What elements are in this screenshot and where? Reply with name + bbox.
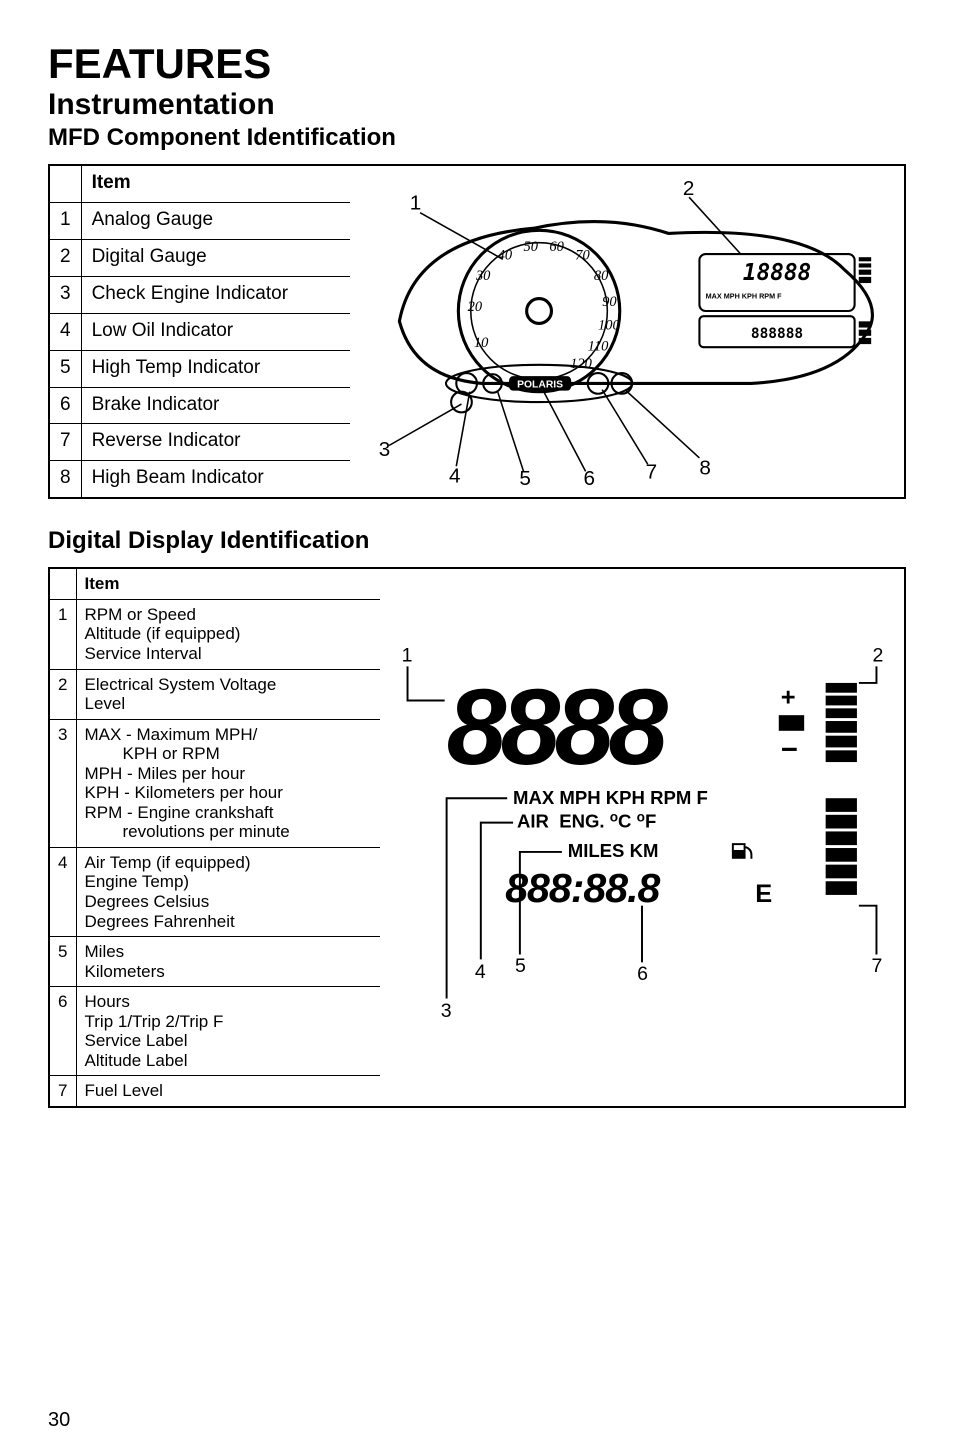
svg-text:30: 30 (475, 268, 491, 284)
table-row: 1Analog Gauge (50, 202, 350, 239)
table-row: 7Reverse Indicator (50, 424, 350, 461)
mfd-diagram: 10 20 30 40 50 60 70 80 90 100 110 120 (350, 166, 904, 497)
table-row: 2Digital Gauge (50, 239, 350, 276)
miles-line: MILES KM (568, 840, 659, 861)
page-number: 30 (48, 1409, 70, 1432)
table-row: 6Brake Indicator (50, 387, 350, 424)
svg-text:40: 40 (498, 247, 513, 263)
callout-3: 3 (379, 438, 391, 461)
table-row: 5High Temp Indicator (50, 350, 350, 387)
heading-instrumentation: Instrumentation (48, 88, 906, 122)
heading-digital: Digital Display Identification (48, 527, 906, 555)
d-callout-6: 6 (637, 963, 648, 985)
table-header-item: Item (76, 569, 380, 599)
table-header-blank (50, 166, 81, 202)
fuel-pump-icon (732, 844, 752, 860)
table-header-blank (50, 569, 76, 599)
d-callout-2: 2 (873, 645, 884, 667)
table-row: 8High Beam Indicator (50, 461, 350, 498)
air-line: AIR ENG. oC oF (517, 810, 656, 832)
svg-text:60: 60 (549, 239, 564, 255)
svg-text:80: 80 (594, 268, 609, 284)
callout-7: 7 (646, 461, 658, 484)
d-callout-3: 3 (441, 1000, 452, 1022)
table-row: 3Check Engine Indicator (50, 276, 350, 313)
svg-text:100: 100 (598, 318, 620, 334)
minus-icon: − (781, 734, 798, 767)
svg-text:50: 50 (524, 239, 539, 255)
digital-mini-top: 18888 (743, 260, 811, 286)
seg-big: 8888 (447, 667, 669, 787)
seg-small: 888:88.8 (505, 865, 660, 911)
table-row: 6 Hours Trip 1/Trip 2/Trip F Service Lab… (50, 987, 380, 1076)
callout-4: 4 (449, 465, 461, 488)
table-row: 3 MAX - Maximum MPH/ KPH or RPM MPH - Mi… (50, 719, 380, 847)
callout-6: 6 (584, 467, 596, 490)
gauge-cluster-icon: 10 20 30 40 50 60 70 80 90 100 110 120 (358, 174, 896, 489)
table-row: 7 Fuel Level (50, 1076, 380, 1106)
mfd-box: Item 1Analog Gauge 2Digital Gauge 3Check… (48, 164, 906, 499)
callout-2: 2 (683, 177, 695, 200)
svg-text:20: 20 (468, 299, 483, 315)
mfd-table: Item 1Analog Gauge 2Digital Gauge 3Check… (50, 166, 350, 497)
plus-icon: + (781, 684, 796, 712)
svg-text:110: 110 (588, 338, 609, 354)
table-row: 5 Miles Kilometers (50, 937, 380, 987)
svg-text:888888: 888888 (751, 326, 803, 342)
d-callout-5: 5 (515, 955, 526, 977)
table-row: 1 RPM or Speed Altitude (if equipped) Se… (50, 599, 380, 669)
digital-display-icon: 8888 + − (388, 577, 896, 1098)
heading-features: FEATURES (48, 40, 906, 88)
callout-1: 1 (410, 192, 422, 215)
e-label: E (755, 880, 772, 908)
digital-diagram: 8888 + − (380, 569, 904, 1106)
table-row: 2 Electrical System Voltage Level (50, 669, 380, 719)
table-header-item: Item (81, 166, 350, 202)
table-row: 4Low Oil Indicator (50, 313, 350, 350)
heading-mfd: MFD Component Identification (48, 124, 906, 152)
digital-table: Item 1 RPM or Speed Altitude (if equippe… (50, 569, 380, 1106)
callout-5: 5 (519, 467, 531, 490)
d-callout-7: 7 (872, 955, 883, 977)
svg-text:10: 10 (474, 335, 489, 351)
svg-text:90: 90 (602, 294, 617, 310)
svg-text:70: 70 (575, 247, 590, 263)
svg-text:120: 120 (570, 356, 592, 372)
svg-text:POLARIS: POLARIS (517, 380, 563, 391)
callout-8: 8 (699, 456, 711, 479)
fuel-bars-icon (826, 683, 857, 895)
digital-box: Item 1 RPM or Speed Altitude (if equippe… (48, 567, 906, 1108)
table-row: 4 Air Temp (if equipped) Engine Temp) De… (50, 847, 380, 936)
units-line: MAX MPH KPH RPM F (513, 787, 708, 808)
battery-icon (779, 716, 804, 732)
d-callout-1: 1 (402, 645, 413, 667)
svg-text:MAX MPH KPH RPM F: MAX MPH KPH RPM F (706, 292, 783, 301)
d-callout-4: 4 (475, 961, 486, 983)
